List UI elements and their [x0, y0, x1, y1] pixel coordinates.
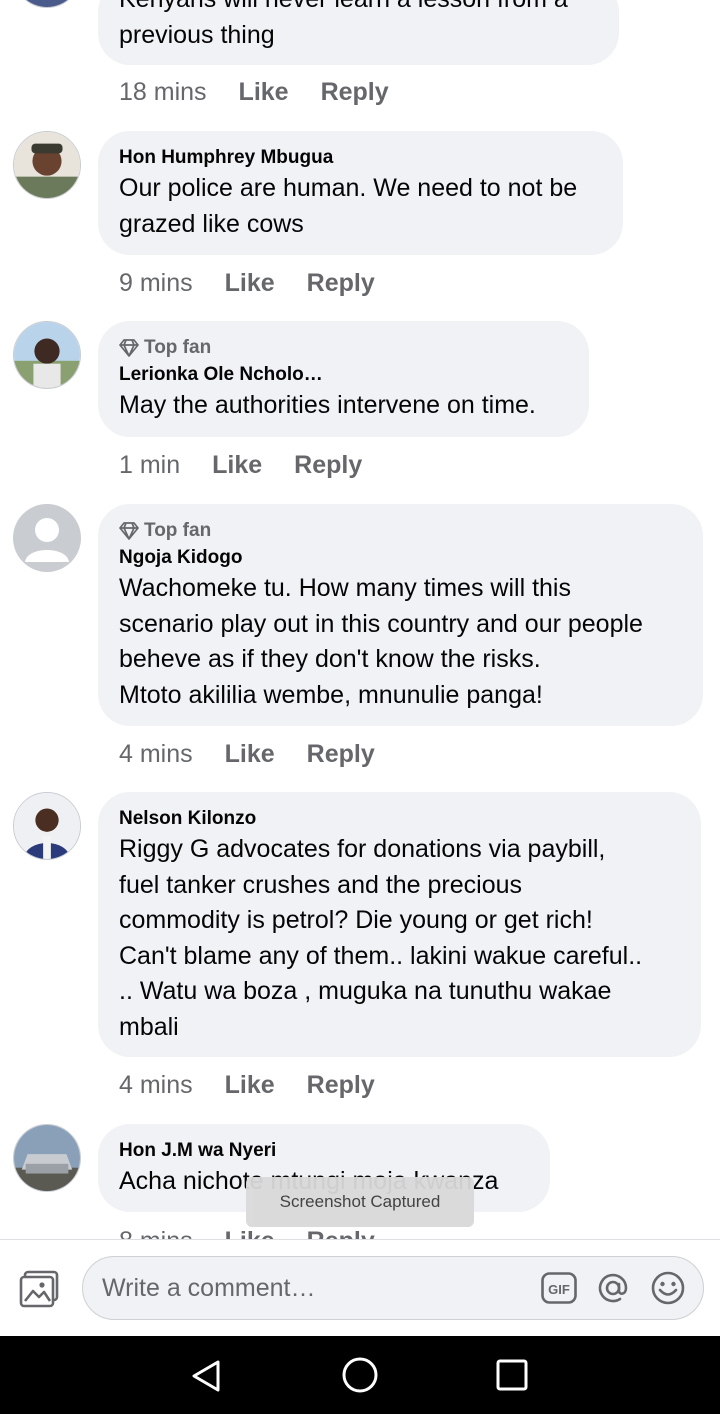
comment-actions: 1 min Like Reply	[119, 445, 362, 485]
comment-time: 18 mins	[119, 78, 207, 106]
comment-bubble[interactable]: Top fan Ngoja Kidogo Wachomeke tu. How m…	[98, 504, 703, 726]
gif-label: GIF	[548, 1282, 570, 1297]
diamond-icon	[119, 521, 139, 540]
comment-time: 9 mins	[119, 269, 193, 297]
reply-button[interactable]: Reply	[294, 445, 362, 485]
comment-actions: 18 mins Like Reply	[119, 72, 389, 112]
comment-text: Our police are human. We need to not be …	[119, 174, 578, 238]
like-button[interactable]: Like	[225, 1065, 275, 1105]
like-button[interactable]: Like	[212, 445, 262, 485]
comment-bubble[interactable]: Nelson Kilonzo Riggy G advocates for don…	[98, 792, 701, 1057]
comment-time: 4 mins	[119, 740, 193, 768]
comment-time: 1 min	[119, 451, 181, 479]
badge-label: Top fan	[144, 337, 212, 358]
smiley-icon[interactable]	[650, 1270, 686, 1306]
diamond-icon	[119, 338, 139, 357]
avatar[interactable]	[13, 131, 81, 199]
avatar[interactable]	[13, 792, 81, 860]
comment-text: Riggy G advocates for donations via payb…	[119, 835, 643, 1041]
comment-author[interactable]: Lerionka Ole Ncholo…	[119, 361, 568, 388]
comment-text: May the authorities intervene on time.	[119, 391, 536, 419]
comment-actions: 9 mins Like Reply	[119, 263, 375, 303]
like-button[interactable]: Like	[225, 263, 275, 303]
system-navigation-bar	[0, 1336, 720, 1414]
badge-label: Top fan	[144, 520, 212, 541]
comment-text: Kenyans will never learn a lesson from a…	[119, 0, 568, 49]
photo-icon[interactable]	[19, 1270, 59, 1308]
comment-bubble[interactable]: Kenyans will never learn a lesson from a…	[98, 0, 619, 65]
comment-text: Wachomeke tu. How many times will this s…	[119, 574, 643, 709]
reply-button[interactable]: Reply	[307, 1065, 375, 1105]
comment-actions: 4 mins Like Reply	[119, 734, 375, 774]
top-fan-badge: Top fan	[119, 334, 568, 361]
comment-bubble[interactable]: Hon Humphrey Mbugua Our police are human…	[98, 131, 623, 255]
comment-input[interactable]: Write a comment… GIF	[82, 1256, 704, 1320]
like-button[interactable]: Like	[239, 72, 289, 112]
comment-composer-bar: Write a comment… GIF	[0, 1239, 720, 1337]
avatar[interactable]	[13, 504, 81, 572]
like-button[interactable]: Like	[225, 734, 275, 774]
gif-icon[interactable]: GIF	[541, 1272, 577, 1304]
reply-button[interactable]: Reply	[307, 263, 375, 303]
comment-actions: 4 mins Like Reply	[119, 1065, 375, 1105]
reply-button[interactable]: Reply	[321, 72, 389, 112]
comment-author[interactable]: Nelson Kilonzo	[119, 805, 680, 832]
comment-time: 4 mins	[119, 1071, 193, 1099]
top-fan-badge: Top fan	[119, 517, 682, 544]
recents-square-icon[interactable]	[496, 1359, 528, 1391]
comment-author[interactable]: Ngoja Kidogo	[119, 544, 682, 571]
at-icon[interactable]	[595, 1270, 631, 1306]
avatar[interactable]	[13, 1124, 81, 1192]
home-circle-icon[interactable]	[341, 1356, 379, 1394]
avatar[interactable]	[13, 0, 81, 8]
comment-bubble[interactable]: Top fan Lerionka Ole Ncholo… May the aut…	[98, 321, 589, 437]
reply-button[interactable]: Reply	[307, 734, 375, 774]
comment-author[interactable]: Hon J.M wa Nyeri	[119, 1137, 529, 1164]
screenshot-toast: Screenshot Captured	[246, 1177, 474, 1227]
back-triangle-icon[interactable]	[188, 1358, 224, 1394]
comment-placeholder: Write a comment…	[102, 1274, 316, 1302]
avatar[interactable]	[13, 321, 81, 389]
comment-author[interactable]: Hon Humphrey Mbugua	[119, 144, 602, 171]
